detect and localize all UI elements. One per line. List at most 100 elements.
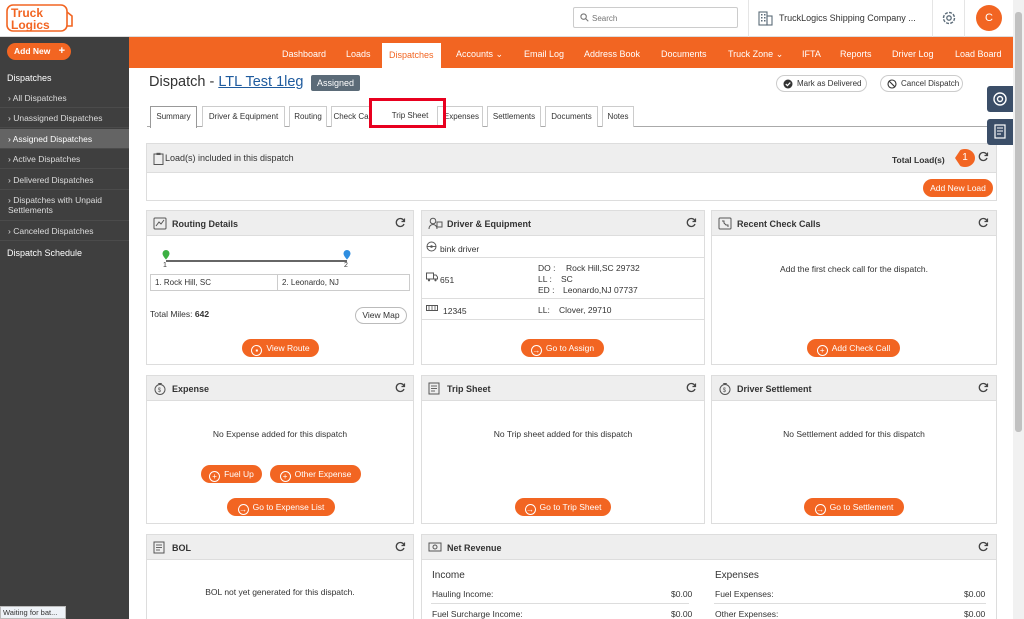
refresh-icon[interactable] bbox=[395, 217, 406, 228]
ll2-label: LL: bbox=[538, 305, 550, 315]
scrollbar-thumb[interactable] bbox=[1015, 12, 1022, 432]
mark-delivered-button[interactable]: Mark as Delivered bbox=[776, 75, 867, 92]
fuel-up-button[interactable]: + Fuel Up bbox=[201, 465, 262, 483]
bol-empty: BOL not yet generated for this dispatch. bbox=[205, 587, 355, 597]
nav-reports[interactable]: Reports bbox=[840, 37, 872, 68]
page-scrollbar[interactable] bbox=[1013, 0, 1024, 619]
loads-title: Load(s) included in this dispatch bbox=[165, 153, 294, 163]
money-bag-icon: $ bbox=[719, 383, 731, 395]
nav-dashboard[interactable]: Dashboard bbox=[282, 37, 326, 68]
mark-delivered-label: Mark as Delivered bbox=[797, 79, 862, 88]
lifebuoy-icon bbox=[993, 92, 1007, 106]
dispatch-tabs: Summary Driver & Equipment Routing Check… bbox=[147, 106, 997, 128]
view-route-button[interactable]: ▪ View Route bbox=[242, 339, 319, 357]
ed-value: Leonardo,NJ 07737 bbox=[563, 285, 638, 295]
tab-summary[interactable]: Summary bbox=[150, 106, 197, 128]
phone-icon bbox=[718, 217, 732, 230]
nav-documents[interactable]: Documents bbox=[661, 37, 707, 68]
go-to-assign-label: Go to Assign bbox=[545, 343, 595, 353]
other-expenses-value: $0.00 bbox=[964, 609, 986, 619]
company-name: TruckLogics Shipping Company ... bbox=[779, 13, 916, 23]
total-loads-count: 1 bbox=[955, 149, 975, 167]
trip-sheet-panel: Trip Sheet No Trip sheet added for this … bbox=[421, 375, 705, 524]
other-expense-button[interactable]: + Other Expense bbox=[270, 465, 361, 483]
check-circle-icon bbox=[783, 79, 793, 89]
nav-load-board[interactable]: Load Board bbox=[955, 37, 1002, 68]
refresh-icon[interactable] bbox=[978, 541, 989, 552]
nav-loads[interactable]: Loads bbox=[346, 37, 371, 68]
highlight-box bbox=[369, 98, 446, 128]
sidebar-item-canceled-dispatches[interactable]: › Canceled Dispatches bbox=[0, 221, 129, 241]
nav-address-book[interactable]: Address Book bbox=[584, 37, 640, 68]
nav-truck-zone-label: Truck Zone bbox=[728, 49, 774, 59]
tab-routing[interactable]: Routing bbox=[289, 106, 327, 127]
go-to-trip-sheet-button[interactable]: → Go to Trip Sheet bbox=[515, 498, 611, 516]
sidebar-item-delivered-dispatches[interactable]: › Delivered Dispatches bbox=[0, 170, 129, 190]
nav-dispatches[interactable]: Dispatches bbox=[382, 43, 441, 68]
sidebar-item-unpaid-settlements[interactable]: › Dispatches with Unpaid Settlements bbox=[0, 190, 129, 221]
sidebar-item-assigned-dispatches[interactable]: › Assigned Dispatches bbox=[0, 129, 129, 149]
sidebar-item-all-dispatches[interactable]: › All Dispatches bbox=[0, 88, 129, 108]
nav-ifta[interactable]: IFTA bbox=[802, 37, 821, 68]
go-to-expense-list-button[interactable]: → Go to Expense List bbox=[227, 498, 335, 516]
sidebar-section-dispatches[interactable]: Dispatches bbox=[7, 73, 52, 83]
sidebar-item-active-dispatches[interactable]: › Active Dispatches bbox=[0, 149, 129, 169]
sidebar-item-label: Assigned Dispatches bbox=[12, 134, 93, 144]
add-new-button[interactable]: Add New + bbox=[7, 43, 71, 60]
sidebar-item-dispatch-schedule[interactable]: Dispatch Schedule bbox=[7, 248, 82, 258]
dispatch-name-link[interactable]: LTL Test 1leg bbox=[218, 74, 303, 90]
sidebar-item-label: All Dispatches bbox=[12, 93, 67, 103]
nav-accounts[interactable]: Accounts ⌄ bbox=[456, 37, 503, 68]
stop2-cell: 2. Leonardo, NJ bbox=[277, 274, 410, 291]
fuel-surcharge-label: Fuel Surcharge Income: bbox=[432, 609, 523, 619]
refresh-icon[interactable] bbox=[686, 382, 697, 393]
nav-driver-log[interactable]: Driver Log bbox=[892, 37, 934, 68]
settlement-title: Driver Settlement bbox=[737, 384, 812, 394]
nav-email-log[interactable]: Email Log bbox=[524, 37, 564, 68]
expenses-heading: Expenses bbox=[715, 570, 759, 581]
refresh-icon[interactable] bbox=[978, 151, 989, 162]
nav-truck-zone[interactable]: Truck Zone ⌄ bbox=[728, 37, 783, 68]
cancel-dispatch-button[interactable]: Cancel Dispatch bbox=[880, 75, 963, 92]
add-new-load-button[interactable]: Add New Load bbox=[923, 179, 993, 197]
divider bbox=[421, 298, 705, 299]
sidebar-item-unassigned-dispatches[interactable]: › Unassigned Dispatches bbox=[0, 108, 129, 128]
settings-button[interactable] bbox=[933, 0, 965, 37]
driver-icon bbox=[428, 217, 443, 230]
tab-check-calls[interactable]: Check Ca bbox=[331, 106, 371, 127]
tab-settlements[interactable]: Settlements bbox=[487, 106, 541, 127]
notes-float-button[interactable] bbox=[987, 119, 1013, 145]
route-icon bbox=[153, 217, 167, 230]
go-to-settlement-button[interactable]: → Go to Settlement bbox=[804, 498, 904, 516]
go-to-settlement-label: Go to Settlement bbox=[829, 502, 894, 512]
trip-sheet-header: Trip Sheet bbox=[422, 376, 704, 401]
company-selector[interactable]: TruckLogics Shipping Company ... bbox=[748, 0, 933, 37]
tab-documents[interactable]: Documents bbox=[545, 106, 598, 127]
trailer-icon bbox=[426, 305, 438, 311]
net-revenue-header: Net Revenue bbox=[422, 535, 996, 560]
refresh-icon[interactable] bbox=[978, 217, 989, 228]
fuel-surcharge-value: $0.00 bbox=[671, 609, 693, 619]
refresh-icon[interactable] bbox=[395, 382, 406, 393]
refresh-icon[interactable] bbox=[978, 382, 989, 393]
tab-driver-equipment[interactable]: Driver & Equipment bbox=[202, 106, 285, 127]
browser-status-bar: Waiting for bat... bbox=[0, 606, 66, 619]
arrow-right-icon: → bbox=[530, 345, 542, 356]
title-prefix: Dispatch - bbox=[149, 74, 219, 90]
report-icon bbox=[994, 124, 1006, 139]
tab-notes[interactable]: Notes bbox=[602, 106, 634, 127]
add-check-call-button[interactable]: + Add Check Call bbox=[807, 339, 900, 357]
refresh-icon[interactable] bbox=[686, 217, 697, 228]
help-float-button[interactable] bbox=[987, 86, 1013, 112]
search-input[interactable] bbox=[592, 11, 732, 25]
chevron-down-icon: ⌄ bbox=[495, 49, 504, 59]
net-revenue-title: Net Revenue bbox=[447, 543, 502, 553]
trucklogics-logo[interactable]: Truck Logics bbox=[6, 4, 74, 33]
user-avatar[interactable]: C bbox=[976, 5, 1002, 31]
search-box[interactable] bbox=[573, 7, 738, 28]
go-to-assign-button[interactable]: → Go to Assign bbox=[521, 339, 604, 357]
refresh-icon[interactable] bbox=[395, 541, 406, 552]
destination-pin-icon bbox=[343, 250, 351, 260]
view-map-button[interactable]: View Map bbox=[355, 307, 407, 324]
sidebar-item-label: Dispatches with Unpaid Settlements bbox=[8, 195, 103, 215]
